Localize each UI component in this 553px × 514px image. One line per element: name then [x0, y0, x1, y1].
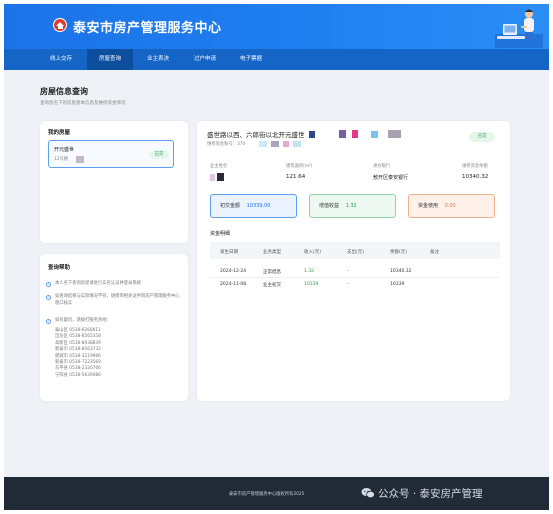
footer-copyright: 泰安市房产管理服务中心版权所有2025 — [229, 492, 305, 497]
redaction-mask — [339, 130, 346, 138]
redaction-mask — [371, 131, 378, 138]
house-status-badge: 已交 — [149, 150, 169, 159]
site-title: 泰安市房产管理服务中心 — [73, 21, 222, 36]
redaction-mask — [217, 173, 224, 181]
help-title: 查询帮助 — [48, 265, 71, 271]
help-tip-1: i 本人名下查询房屋请进行实名认证并登录系统 — [46, 281, 141, 287]
fund-account-label: 维修资金账号：370 — [207, 142, 246, 147]
stat-value: 10339.00 — [246, 203, 271, 209]
nav-item-online-deposit[interactable]: 线上交存 — [40, 49, 82, 70]
owner-name-label: 业主姓名 — [210, 164, 228, 169]
wechat-icon — [361, 488, 375, 499]
cell-balance: 10339 — [390, 282, 405, 287]
table-row: 2024-11-08 业主初交 10339 - 10339 — [210, 279, 500, 292]
stat-label: 资金使用 — [418, 203, 439, 209]
hotline-item: 岱岳区 0538-8565358 — [55, 334, 101, 340]
redaction-mask — [309, 131, 315, 138]
stat-value: 0.00 — [444, 203, 456, 209]
cell-income: 1.32 — [304, 269, 315, 274]
cell-type: 正常结息 — [263, 270, 281, 275]
area-value: 121.64 — [286, 174, 306, 180]
info-icon: i — [46, 281, 51, 287]
bank-label: 承办银行 — [373, 164, 391, 169]
col-header-type: 业务类型 — [263, 250, 281, 255]
cell-date: 2024-12-24 — [220, 269, 247, 274]
stat-label: 增值收益 — [319, 203, 340, 209]
redaction-mask — [293, 141, 301, 147]
detail-status-badge: 已交 — [469, 132, 495, 142]
hotline-item: 东平县 0538-2320766 — [55, 366, 101, 372]
office-worker-illustration-icon — [495, 9, 543, 48]
redaction-mask — [388, 130, 401, 138]
redaction-mask — [271, 141, 279, 147]
nav-item-e-invoice[interactable]: 电子票据 — [230, 49, 272, 70]
redaction-mask — [352, 130, 358, 138]
fund-balance-label: 维修资金余额 — [462, 164, 488, 169]
page-title: 房屋信息查询 — [40, 87, 88, 96]
cell-balance: 10340.32 — [390, 269, 412, 274]
phone-icon: i — [46, 318, 51, 324]
col-header-balance: 余额(元) — [390, 250, 408, 255]
main-nav: 线上交存 房屋查询 业主表决 过户申请 电子票据 — [4, 49, 549, 70]
my-houses-title: 我的房屋 — [48, 130, 71, 136]
house-address: 盛世路以西、六郎街以北开元盛世 — [207, 131, 305, 139]
bank-value: 敖开区泰安银行 — [373, 175, 409, 181]
footer: 泰安市房产管理服务中心版权所有2025 公众号 · 泰安房产管理 — [4, 477, 549, 510]
cell-date: 2024-11-08 — [220, 282, 247, 287]
area-label: 建筑面积(m²) — [286, 164, 313, 169]
fund-balance-value: 10340.32 — [462, 174, 489, 180]
app-frame: 泰安市房产管理服务中心 线上交存 房屋查询 业主表决 过户申请 电子票据 房屋信… — [4, 4, 549, 510]
nav-item-transfer-apply[interactable]: 过户申请 — [184, 49, 226, 70]
info-icon: i — [46, 294, 51, 300]
page-subtitle: 查询您名下的房屋基本信息及维修资金情况 — [40, 101, 126, 106]
col-header-note: 备注 — [430, 250, 439, 255]
hotline-item: 新泰市 0538-8563732 — [55, 347, 101, 353]
table-row: 2024-12-24 正常结息 1.32 - 10340.32 — [210, 265, 500, 278]
help-tip-3: i 如有疑问，请拨打服务热线： — [46, 318, 111, 324]
logo-icon — [53, 18, 67, 32]
col-header-date: 发生日期 — [220, 250, 238, 255]
my-houses-card: 我的房屋 开元盛世 12号楼 已交 — [40, 121, 188, 243]
ledger-title: 资金明细 — [210, 231, 231, 237]
watermark-text: 公众号 · 泰安房产管理 — [378, 488, 483, 500]
cell-income: 10339 — [304, 282, 319, 287]
stat-label: 初交金额 — [220, 203, 241, 209]
nav-item-house-query[interactable]: 房屋查询 — [87, 49, 133, 70]
house-name: 开元盛世 — [54, 147, 75, 153]
col-header-income: 收入(元) — [304, 250, 322, 255]
redaction-mask — [259, 141, 267, 147]
col-header-expense: 支出(元) — [347, 250, 365, 255]
redaction-mask — [283, 141, 289, 147]
interest-income-stat: 增值收益 1.32 — [309, 194, 396, 218]
fund-usage-stat: 资金使用 0.00 — [408, 194, 495, 218]
header-banner: 泰安市房产管理服务中心 — [4, 4, 549, 49]
hotline-list: 泰山区 0538-6268811 岱岳区 0538-8565358 高新区 05… — [55, 328, 101, 379]
help-tip-2: i 如查询结果与实际情况不符，请携带相关证件到房产管理服务中心窗口核实 — [46, 294, 180, 306]
redaction-mask — [76, 156, 84, 163]
hotline-item: 宁阳县 0538-5639086 — [55, 372, 101, 378]
cell-type: 业主初交 — [263, 283, 281, 288]
house-sub: 12号楼 — [54, 157, 69, 162]
redaction-mask — [210, 174, 215, 181]
cell-expense: - — [347, 282, 349, 287]
house-list-item[interactable]: 开元盛世 12号楼 已交 — [48, 140, 174, 168]
initial-deposit-stat: 初交金额 10339.00 — [210, 194, 297, 218]
cell-expense: - — [347, 269, 349, 274]
nav-item-owner-vote[interactable]: 业主表决 — [137, 49, 179, 70]
stat-value: 1.32 — [345, 203, 357, 209]
